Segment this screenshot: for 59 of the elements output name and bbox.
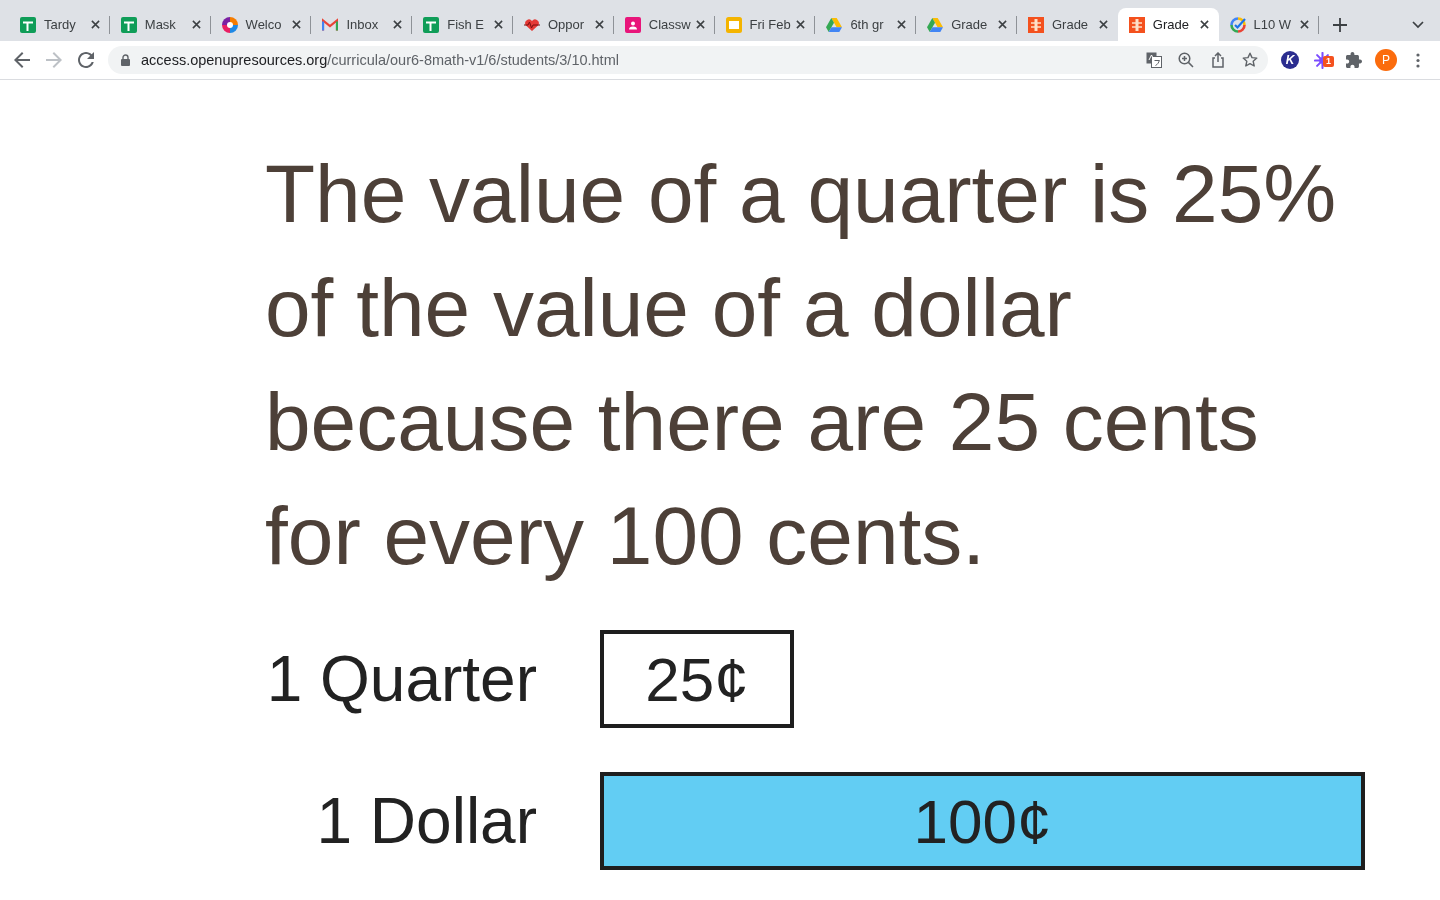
star-icon[interactable] xyxy=(1242,52,1258,68)
share-icon[interactable] xyxy=(1210,52,1226,68)
statement-text: The value of a quarter is 25% of the value of a dollar because there are 25 cents for every 100 cents. xyxy=(265,147,1338,583)
close-icon[interactable] xyxy=(695,20,705,29)
close-icon[interactable] xyxy=(494,20,503,29)
close-icon[interactable] xyxy=(897,20,907,29)
tape-bar: 100¢ xyxy=(600,772,1365,870)
close-icon[interactable] xyxy=(1098,20,1108,29)
browser-tab[interactable]: 6th gr xyxy=(815,8,917,41)
new-tab-icon[interactable] xyxy=(1333,17,1348,32)
slide-frame-icon xyxy=(725,16,742,33)
url-text: access.openupresources.org/curricula/our6-8math-v1/6/students/3/10.html xyxy=(141,52,619,68)
browser-tab[interactable]: Welco xyxy=(210,8,312,41)
browser-tab[interactable]: Grade xyxy=(1117,8,1219,41)
person-tile-icon xyxy=(624,16,641,33)
notification-count: 1 xyxy=(1323,56,1334,67)
cross-tile-icon xyxy=(423,16,440,33)
close-icon[interactable] xyxy=(393,20,403,29)
back-icon[interactable] xyxy=(14,52,30,68)
tape-label: 1 Quarter xyxy=(265,642,537,716)
close-icon[interactable] xyxy=(997,20,1007,29)
browser-tab[interactable]: Inbox xyxy=(311,8,413,41)
pinwheel-icon xyxy=(221,16,238,33)
translate-icon[interactable] xyxy=(1146,52,1162,68)
figure-tile-icon xyxy=(1128,16,1145,33)
letter-m-icon xyxy=(322,16,339,33)
cross-tile-icon xyxy=(120,16,137,33)
extension-button[interactable]: K xyxy=(1281,51,1299,69)
browser-tab[interactable]: Grade xyxy=(1016,8,1118,41)
close-icon[interactable] xyxy=(1199,20,1209,29)
browser-tab[interactable]: Fish E xyxy=(412,8,513,41)
browser-tab[interactable]: Oppor xyxy=(513,8,614,41)
figure-tile-icon xyxy=(1027,16,1044,33)
browser-tab[interactable]: Classw xyxy=(613,8,715,41)
close-icon[interactable] xyxy=(292,20,302,29)
triangle-icon xyxy=(927,16,944,33)
reload-icon[interactable] xyxy=(78,52,94,68)
browser-tab[interactable]: Tardy xyxy=(9,8,110,41)
close-icon[interactable] xyxy=(1300,20,1310,29)
browser-tab[interactable]: Mask xyxy=(109,8,211,41)
browser-tab[interactable]: Fri Feb xyxy=(714,8,816,41)
heart-pulse-icon xyxy=(524,16,540,33)
browser-tab[interactable]: Grade xyxy=(916,8,1017,41)
address-bar[interactable]: access.openupresources.org/curricula/our6-8math-v1/6/students/3/10.html xyxy=(108,46,1268,74)
tape-bar: 25¢ xyxy=(600,630,794,728)
menu-icon[interactable] xyxy=(1416,52,1420,68)
close-icon[interactable] xyxy=(191,20,201,29)
close-icon[interactable] xyxy=(90,20,100,29)
close-icon[interactable] xyxy=(796,20,806,29)
cross-tile-icon xyxy=(20,16,36,33)
zoom-in-icon[interactable] xyxy=(1178,52,1194,68)
lock-icon xyxy=(121,54,130,66)
browser-tab[interactable]: L10 W xyxy=(1218,8,1320,41)
tape-label: 1 Dollar xyxy=(315,784,537,858)
triangle-icon xyxy=(826,16,843,33)
ring-check-icon xyxy=(1229,16,1246,33)
puzzle-icon[interactable] xyxy=(1346,52,1362,68)
chevron-down-icon[interactable] xyxy=(1412,20,1424,29)
close-icon[interactable] xyxy=(594,20,604,29)
